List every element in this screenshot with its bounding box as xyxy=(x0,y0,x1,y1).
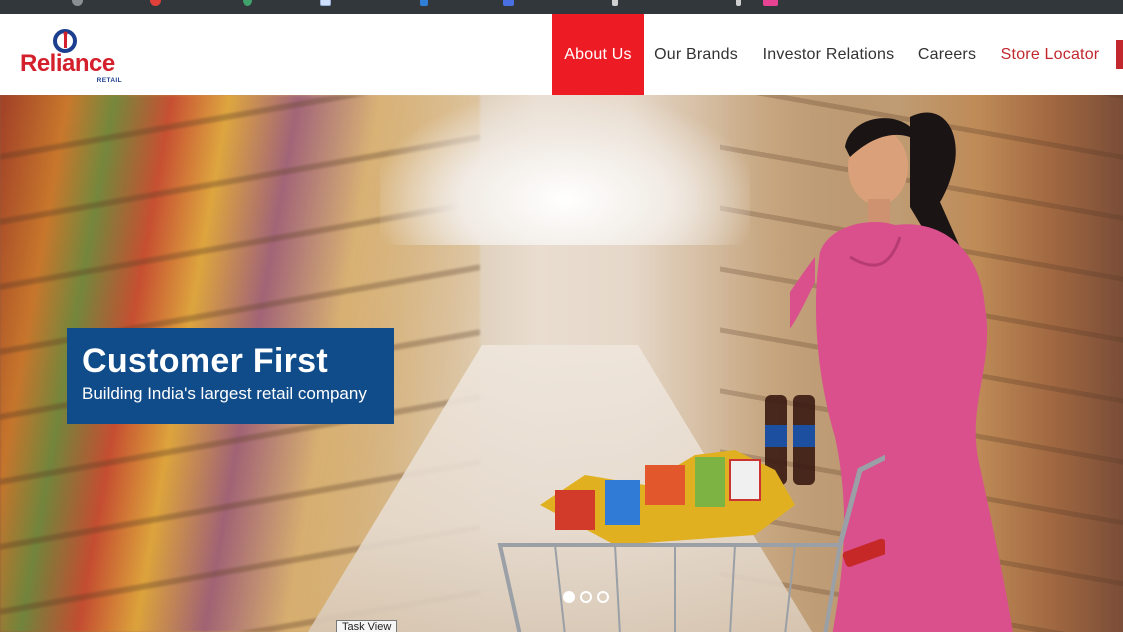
nav-about-us[interactable]: About Us xyxy=(552,14,644,95)
app-icon[interactable] xyxy=(503,0,514,6)
task-view-tooltip: Task View xyxy=(336,620,398,632)
carousel-pagination xyxy=(563,591,609,603)
store-ceiling-light xyxy=(380,95,750,245)
app-icon[interactable] xyxy=(420,0,428,6)
hero-carousel: Customer First Building India's largest … xyxy=(0,95,1123,632)
carousel-dot-3[interactable] xyxy=(597,591,609,603)
app-icon[interactable] xyxy=(150,0,161,6)
site-header: Reliance RETAIL About Us Our Brands Inve… xyxy=(0,14,1123,95)
shopping-cart-image xyxy=(497,395,885,632)
browser-taskbar-strip xyxy=(0,0,1123,14)
app-icon[interactable] xyxy=(320,0,331,6)
logo-wordmark: Reliance xyxy=(20,50,115,77)
app-icon[interactable] xyxy=(763,0,778,6)
hero-subtitle: Building India's largest retail company xyxy=(82,384,367,403)
carousel-dot-1[interactable] xyxy=(563,591,575,603)
hero-title: Customer First xyxy=(82,342,329,380)
nav-overflow-accent[interactable] xyxy=(1116,40,1123,69)
app-icon[interactable] xyxy=(72,0,83,6)
app-icon[interactable] xyxy=(243,0,252,6)
nav-investor-relations[interactable]: Investor Relations xyxy=(756,14,901,95)
nav-store-locator[interactable]: Store Locator xyxy=(994,14,1106,95)
app-icon[interactable] xyxy=(612,0,618,6)
nav-careers[interactable]: Careers xyxy=(912,14,982,95)
hero-caption: Customer First Building India's largest … xyxy=(67,328,394,424)
reliance-retail-logo[interactable]: Reliance RETAIL xyxy=(20,28,130,84)
app-icon[interactable] xyxy=(736,0,741,6)
nav-our-brands[interactable]: Our Brands xyxy=(648,14,744,95)
logo-subtitle: RETAIL xyxy=(96,77,122,84)
carousel-dot-2[interactable] xyxy=(580,591,592,603)
